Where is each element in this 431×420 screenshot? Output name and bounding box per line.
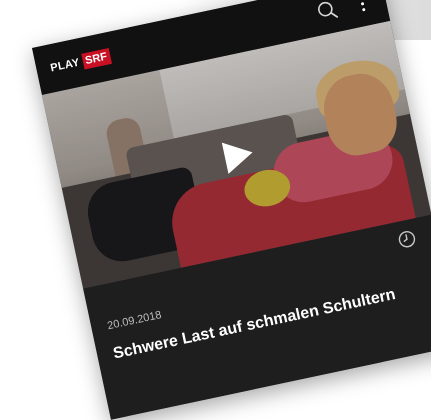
watch-later-button[interactable]	[396, 229, 417, 250]
logo-srf-text: SRF	[80, 48, 112, 70]
logo-play-text: PLAY	[49, 56, 81, 75]
play-button[interactable]	[213, 132, 260, 179]
more-options-button[interactable]	[352, 0, 372, 16]
play-icon	[221, 142, 253, 174]
episode-date: 20.09.2018	[106, 309, 163, 333]
search-button[interactable]	[315, 0, 341, 24]
search-icon	[318, 1, 339, 18]
play-srf-logo[interactable]: PLAY SRF	[49, 48, 112, 76]
phone-screen: PLAY SRF 20.09.2018 Schwere Last auf sch…	[32, 0, 431, 420]
clock-icon	[398, 231, 416, 248]
